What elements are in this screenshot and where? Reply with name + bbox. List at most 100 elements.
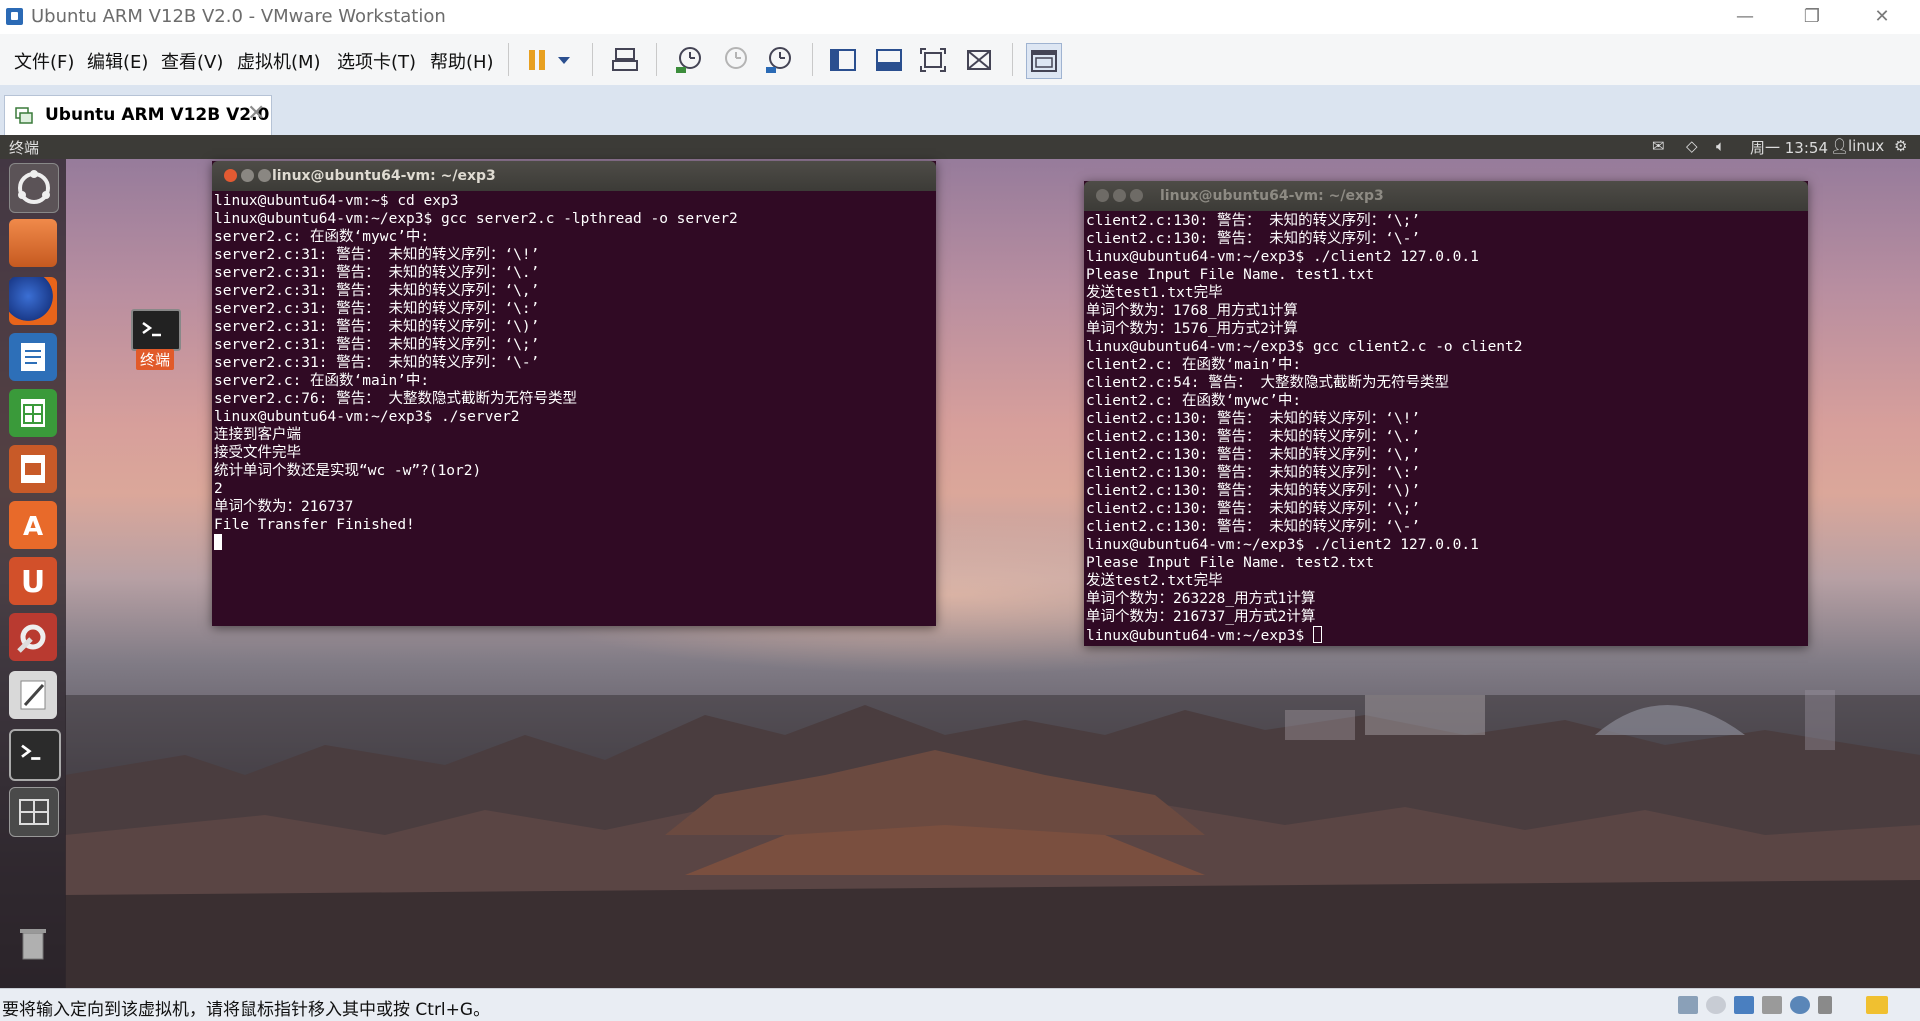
terminal-line: server2.c:31: 警告： 未知的转义序列：‘\.’ bbox=[214, 265, 540, 281]
terminal-line: Please Input File Name. test1.txt bbox=[1086, 267, 1375, 283]
menu-edit[interactable]: 编辑(E) bbox=[87, 48, 148, 74]
network-wifi-icon[interactable]: ◇ bbox=[1686, 137, 1698, 155]
menu-file[interactable]: 文件(F) bbox=[14, 48, 74, 74]
writer-icon[interactable] bbox=[9, 333, 57, 381]
text-editor-icon[interactable] bbox=[9, 671, 57, 719]
gear-icon[interactable]: ⚙ bbox=[1894, 137, 1907, 155]
terminal-line: client2.c:130: 警告： 未知的转义序列：‘\.’ bbox=[1086, 429, 1421, 445]
terminal-line: server2.c:31: 警告： 未知的转义序列：‘\)’ bbox=[214, 319, 540, 335]
hdd-icon[interactable] bbox=[1678, 996, 1698, 1014]
menu-help[interactable]: 帮助(H) bbox=[430, 48, 494, 74]
close-icon[interactable] bbox=[1096, 189, 1109, 202]
toolbar-separator bbox=[508, 43, 509, 76]
tab-close-icon[interactable]: ✕ bbox=[247, 101, 265, 126]
library-view-icon[interactable] bbox=[1026, 43, 1062, 79]
menubar: 文件(F) 编辑(E) 查看(V) 虚拟机(M) 选项卡(T) 帮助(H) bbox=[0, 34, 1920, 86]
printer-icon[interactable] bbox=[1762, 996, 1782, 1014]
terminal-line: 单词个数为：1576_用方式2计算 bbox=[1086, 321, 1298, 337]
close-window-button[interactable]: ✕ bbox=[1862, 4, 1902, 30]
toolbar-separator bbox=[1012, 43, 1013, 76]
terminal-titlebar[interactable]: linux@ubuntu64-vm: ~/exp3 bbox=[212, 161, 936, 191]
terminal-line: 单词个数为：263228_用方式1计算 bbox=[1086, 591, 1316, 607]
ubuntu-one-icon[interactable]: U bbox=[9, 557, 57, 605]
vm-tab-bar: Ubuntu ARM V12B V2.0 ✕ bbox=[0, 85, 1920, 136]
terminal-line: server2.c:31: 警告： 未知的转义序列：‘\!’ bbox=[214, 247, 540, 263]
dropdown-arrow-icon[interactable] bbox=[553, 43, 575, 77]
menu-vm[interactable]: 虚拟机(M) bbox=[237, 48, 321, 74]
minimize-icon[interactable] bbox=[1113, 189, 1126, 202]
terminal-line: 接受文件完毕 bbox=[214, 445, 301, 461]
system-settings-icon[interactable] bbox=[9, 613, 57, 661]
maximize-icon[interactable] bbox=[258, 169, 271, 182]
cd-icon[interactable] bbox=[1706, 996, 1726, 1014]
terminal-line: linux@ubuntu64-vm:~/exp3$ ./client2 127.… bbox=[1086, 537, 1479, 553]
terminal-prompt-line bbox=[214, 534, 934, 552]
terminal-line: client2.c: 在函数‘main’中: bbox=[1086, 357, 1302, 373]
calc-icon[interactable] bbox=[9, 389, 57, 437]
close-icon[interactable] bbox=[224, 169, 237, 182]
user-icon[interactable]: 👤︎ bbox=[1830, 137, 1849, 155]
usb-icon[interactable] bbox=[1818, 996, 1832, 1014]
terminal-output[interactable]: linux@ubuntu64-vm:~$ cd exp3 linux@ubuntu… bbox=[214, 192, 934, 626]
terminal-line: 统计单词个数还是实现“wc -w”?(1or2) bbox=[214, 463, 482, 479]
impress-icon[interactable] bbox=[9, 445, 57, 493]
terminal-line: client2.c:130: 警告： 未知的转义序列：‘\-’ bbox=[1086, 519, 1421, 535]
network-icon[interactable] bbox=[1734, 996, 1754, 1014]
maximize-icon[interactable] bbox=[1130, 189, 1143, 202]
autofit-icon[interactable] bbox=[962, 43, 996, 77]
terminal-window-client[interactable]: linux@ubuntu64-vm: ~/exp3 client2.c:130:… bbox=[1084, 181, 1808, 646]
terminal-line: linux@ubuntu64-vm:~/exp3$ ./server2 bbox=[214, 409, 520, 425]
files-icon[interactable] bbox=[9, 219, 57, 267]
terminal-window-server[interactable]: linux@ubuntu64-vm: ~/exp3 linux@ubuntu64… bbox=[212, 161, 936, 626]
terminal-line: 发送test1.txt完毕 bbox=[1086, 285, 1223, 301]
mail-icon[interactable]: ✉ bbox=[1652, 137, 1665, 155]
terminal-output[interactable]: client2.c:130: 警告： 未知的转义序列：‘\;’ client2.c… bbox=[1086, 212, 1802, 646]
minimize-button[interactable]: — bbox=[1725, 4, 1765, 30]
minimize-icon[interactable] bbox=[241, 169, 254, 182]
terminal-line: client2.c: 在函数‘mywc’中: bbox=[1086, 393, 1302, 409]
message-icon[interactable] bbox=[1866, 996, 1888, 1014]
snapshot-manager-icon[interactable] bbox=[762, 43, 796, 77]
terminal-line: client2.c:130: 警告： 未知的转义序列：‘\-’ bbox=[1086, 231, 1421, 247]
firefox-icon[interactable] bbox=[9, 277, 57, 325]
terminal-line: linux@ubuntu64-vm:~$ cd exp3 bbox=[214, 193, 459, 209]
terminal-line: server2.c: 在函数‘main’中: bbox=[214, 373, 430, 389]
vm-tab[interactable]: Ubuntu ARM V12B V2.0 ✕ bbox=[4, 95, 272, 136]
user-name[interactable]: linux bbox=[1848, 137, 1884, 155]
guest-screen[interactable]: 终端 ✉ ◇ 🔈︎ 周一 13:54 👤︎ linux ⚙ A U 终端 lin… bbox=[0, 135, 1920, 988]
fullscreen-icon[interactable] bbox=[916, 43, 950, 77]
trash-icon[interactable] bbox=[9, 919, 57, 967]
desktop-terminal-icon[interactable] bbox=[131, 309, 181, 351]
terminal-line: client2.c:130: 警告： 未知的转义序列：‘\:’ bbox=[1086, 465, 1421, 481]
snapshot-revert-icon[interactable] bbox=[718, 43, 752, 77]
toolbar-separator bbox=[592, 43, 593, 76]
pause-icon[interactable] bbox=[520, 43, 554, 77]
workspace-switcher-icon[interactable] bbox=[9, 787, 59, 837]
terminal-line: server2.c:31: 警告： 未知的转义序列：‘\-’ bbox=[214, 355, 540, 371]
desktop-icon-label[interactable]: 终端 bbox=[136, 349, 175, 370]
terminal-line: linux@ubuntu64-vm:~/exp3$ bbox=[1086, 626, 1802, 644]
terminal-titlebar[interactable]: linux@ubuntu64-vm: ~/exp3 bbox=[1084, 181, 1808, 211]
menu-view[interactable]: 查看(V) bbox=[161, 48, 223, 74]
sound-icon[interactable] bbox=[1790, 996, 1810, 1014]
clock[interactable]: 周一 13:54 bbox=[1750, 137, 1828, 158]
statusbar: 要将输入定向到该虚拟机，请将鼠标指针移入其中或按 Ctrl+G。 bbox=[0, 988, 1920, 1021]
unity-view-icon[interactable] bbox=[872, 43, 906, 77]
status-message: 要将输入定向到该虚拟机，请将鼠标指针移入其中或按 Ctrl+G。 bbox=[2, 1000, 491, 1020]
terminal-line: server2.c:31: 警告： 未知的转义序列：‘\;’ bbox=[214, 337, 540, 353]
menu-tabs[interactable]: 选项卡(T) bbox=[337, 48, 416, 74]
terminal-line: File Transfer Finished! bbox=[214, 517, 415, 533]
vmware-app-icon bbox=[6, 8, 23, 25]
snapshot-take-icon[interactable] bbox=[672, 43, 706, 77]
console-view-icon[interactable] bbox=[826, 43, 860, 77]
ubuntu-top-panel: 终端 ✉ ◇ 🔈︎ 周一 13:54 👤︎ linux ⚙ bbox=[0, 135, 1920, 159]
software-center-icon[interactable]: A bbox=[9, 501, 57, 549]
terminal-line: client2.c:130: 警告： 未知的转义序列：‘\;’ bbox=[1086, 501, 1421, 517]
terminal-icon[interactable] bbox=[9, 729, 61, 781]
restore-button[interactable]: ❐ bbox=[1792, 4, 1832, 30]
send-keys-icon[interactable] bbox=[608, 43, 642, 77]
dash-home-icon[interactable] bbox=[9, 163, 59, 213]
terminal-line: client2.c:130: 警告： 未知的转义序列：‘\;’ bbox=[1086, 213, 1421, 229]
volume-icon[interactable]: 🔈︎ bbox=[1716, 137, 1725, 155]
terminal-line: 连接到客户端 bbox=[214, 427, 301, 443]
